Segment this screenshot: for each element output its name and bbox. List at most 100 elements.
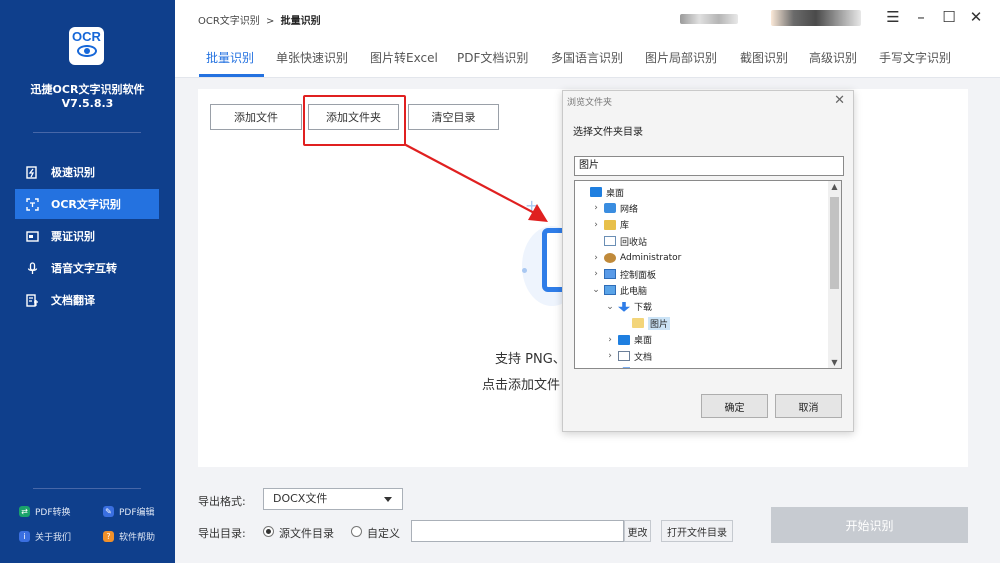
- tree-row[interactable]: › 桌面: [605, 332, 652, 348]
- tab-bar: 批量识别 单张快速识别 图片转Excel PDF文档识别 多国语言识别 图片局部…: [175, 38, 1000, 78]
- dialog-cancel-button[interactable]: 取消: [775, 394, 842, 418]
- browse-folder-dialog: 浏览文件夹 ✕ 选择文件夹目录 图片 桌面 › 网络 › 库回收站 › Administra…: [562, 90, 854, 432]
- sidebar-item-label: 语音文字互转: [51, 262, 117, 275]
- pdf-convert-link[interactable]: ⇄ PDF转换: [19, 505, 71, 518]
- export-dir-label: 导出目录:: [198, 527, 246, 540]
- export-format-value: DOCX文件: [273, 492, 328, 505]
- scroll-thumb[interactable]: [830, 197, 839, 289]
- tree-row[interactable]: › 网络: [591, 200, 638, 216]
- tree-row[interactable]: › 控制面板: [591, 266, 656, 282]
- sidebar: OCR 迅捷OCR文字识别软件 V7.5.8.3 极速识别 OCR文字识别 票证…: [0, 0, 175, 563]
- tree-row-label: 网络: [620, 204, 639, 215]
- sidebar-item-ocr[interactable]: OCR文字识别: [15, 189, 159, 219]
- tree-row[interactable]: ⌄ 下载: [605, 299, 652, 315]
- tab-handwriting[interactable]: 手写文字识别: [879, 49, 951, 66]
- radio-custom-label[interactable]: 自定义: [367, 525, 400, 541]
- tab-partial[interactable]: 图片局部识别: [645, 49, 717, 66]
- chevron-right-icon[interactable]: ›: [605, 351, 615, 361]
- open-dir-button[interactable]: 打开文件目录: [661, 520, 733, 542]
- chevron-down-icon: [384, 497, 392, 502]
- custom-path-input[interactable]: [411, 520, 624, 542]
- dialog-close-icon[interactable]: ✕: [834, 93, 845, 108]
- scan-frame-icon: [25, 197, 39, 211]
- sidebar-item-speed-ocr[interactable]: 极速识别: [15, 157, 159, 187]
- close-icon[interactable]: ✕: [967, 8, 985, 26]
- tree-row-label: 图片: [648, 316, 671, 330]
- sidebar-item-label: 票证识别: [51, 230, 95, 243]
- radio-custom-dir[interactable]: [351, 526, 362, 537]
- tree-row[interactable]: 桌面: [577, 184, 624, 200]
- export-format-select[interactable]: DOCX文件: [263, 488, 403, 510]
- breadcrumb-current: 批量识别: [280, 16, 321, 27]
- computer-icon: [604, 285, 616, 296]
- about-label: 关于我们: [35, 533, 72, 543]
- menu-icon[interactable]: ☰: [884, 8, 902, 26]
- tree-row[interactable]: › 库: [591, 217, 629, 233]
- tab-excel[interactable]: 图片转Excel: [370, 49, 438, 66]
- user-icon: [604, 252, 616, 263]
- active-tab-underline: [199, 74, 264, 77]
- help-link[interactable]: ? 软件帮助: [103, 530, 155, 543]
- clear-list-button[interactable]: 清空目录: [408, 104, 499, 130]
- chevron-right-icon[interactable]: ›: [591, 269, 601, 279]
- sidebar-item-ticket[interactable]: 票证识别: [15, 221, 159, 251]
- tree-row-label: 库: [620, 221, 630, 232]
- chevron-down-icon[interactable]: ⌄: [605, 302, 615, 312]
- tree-row-label: 桌面: [634, 336, 653, 347]
- folder-tree[interactable]: 桌面 › 网络 › 库回收站 › Administrator › 控制面板 ⌄ 此电脑 ⌄ 下载 图片 › 桌…: [574, 180, 842, 369]
- tab-advanced[interactable]: 高级识别: [809, 49, 857, 66]
- pdf-convert-label: PDF转换: [35, 508, 71, 518]
- blurred-user-info: [680, 14, 738, 24]
- blurred-account-badge: [771, 10, 861, 26]
- radio-source-label[interactable]: 源文件目录: [279, 525, 334, 541]
- about-link[interactable]: i 关于我们: [19, 530, 71, 543]
- help-label: 软件帮助: [119, 533, 156, 543]
- change-dir-button[interactable]: 更改: [624, 520, 651, 542]
- chevron-down-icon[interactable]: ⌄: [591, 285, 601, 295]
- tab-batch[interactable]: 批量识别: [206, 49, 254, 66]
- scroll-down-icon[interactable]: ▼: [828, 358, 841, 367]
- chevron-right-icon[interactable]: ›: [591, 220, 601, 230]
- tree-row-label: 文档: [634, 352, 653, 363]
- tab-screenshot[interactable]: 截图识别: [740, 49, 788, 66]
- radio-source-dir[interactable]: [263, 526, 274, 537]
- eye-icon: [76, 45, 97, 57]
- pdf-edit-link[interactable]: ✎ PDF编辑: [103, 505, 155, 518]
- tree-row-label: 控制面板: [620, 270, 657, 281]
- add-file-button[interactable]: 添加文件: [210, 104, 302, 130]
- start-ocr-button[interactable]: 开始识别: [771, 507, 968, 543]
- tree-row[interactable]: 图片: [619, 315, 671, 331]
- tab-pdf[interactable]: PDF文档识别: [457, 49, 528, 66]
- app-name-text: 迅捷OCR文字识别软件: [30, 83, 145, 96]
- dialog-ok-button[interactable]: 确定: [701, 394, 768, 418]
- tab-multilang[interactable]: 多国语言识别: [551, 49, 623, 66]
- sidebar-item-label: 文档翻译: [51, 294, 95, 307]
- highlight-box: [303, 95, 406, 146]
- tree-row[interactable]: › 音乐: [605, 364, 652, 368]
- click-to-add-text[interactable]: 点击添加文件: [482, 374, 560, 393]
- breadcrumb-root[interactable]: OCR文字识别: [198, 16, 260, 27]
- translate-doc-icon: [25, 293, 39, 307]
- scroll-up-icon[interactable]: ▲: [828, 182, 841, 191]
- tab-single[interactable]: 单张快速识别: [276, 49, 348, 66]
- chevron-right-icon[interactable]: ›: [605, 367, 615, 368]
- tree-row[interactable]: › 文档: [605, 348, 652, 364]
- maximize-icon[interactable]: ☐: [940, 8, 958, 26]
- sidebar-item-translate[interactable]: 文档翻译: [15, 285, 159, 315]
- sidebar-item-label: OCR文字识别: [51, 198, 121, 211]
- tree-row-label: 此电脑: [620, 286, 648, 297]
- music-icon: [620, 367, 630, 368]
- chevron-right-icon[interactable]: ›: [591, 253, 601, 263]
- tree-row-label: 桌面: [606, 188, 625, 199]
- tree-row[interactable]: ⌄ 此电脑: [591, 282, 647, 298]
- minimize-icon[interactable]: –: [912, 8, 930, 26]
- folder-path-input[interactable]: 图片: [574, 156, 844, 176]
- tree-row[interactable]: › Administrator: [591, 250, 681, 266]
- chevron-right-icon[interactable]: ›: [591, 203, 601, 213]
- chevron-right-icon[interactable]: ›: [605, 335, 615, 345]
- tree-scrollbar[interactable]: ▲ ▼: [828, 181, 841, 368]
- tree-row[interactable]: 回收站: [591, 233, 647, 249]
- sidebar-item-voice[interactable]: 语音文字互转: [15, 253, 159, 283]
- recycle-bin-icon: [604, 236, 616, 247]
- title-bar: OCR文字识别 > 批量识别 ☰ – ☐ ✕: [175, 0, 1000, 38]
